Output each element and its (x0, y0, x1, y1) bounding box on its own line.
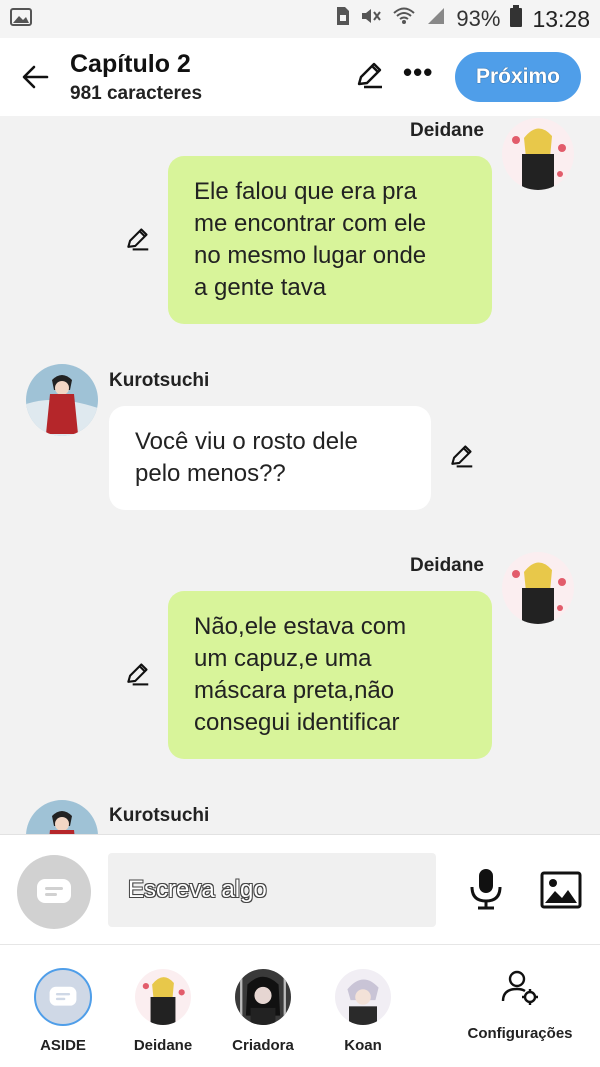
sender-name: Kurotsuchi (109, 805, 210, 826)
tab-label: Deidane (133, 1037, 193, 1054)
speech-bubble-icon (37, 879, 71, 903)
microphone-icon (470, 869, 502, 910)
status-indicators: 93% 13:28 (334, 5, 590, 33)
chapter-title: Capítulo 2 (70, 50, 191, 78)
battery-percentage: 93% (456, 6, 501, 31)
edit-message-button[interactable] (124, 226, 150, 257)
avatar-criadora (235, 969, 291, 1025)
character-count: 981 caracteres (70, 83, 203, 104)
tab-deidane[interactable]: Deidane (118, 945, 208, 1067)
status-bar: 93% 13:28 (0, 0, 600, 38)
avatar-koan (335, 969, 391, 1025)
avatar-deidane[interactable] (502, 118, 574, 190)
avatar-deidane (135, 969, 191, 1025)
pencil-icon (127, 663, 149, 686)
microphone-button[interactable] (468, 867, 504, 916)
sender-name: Deidane (410, 555, 484, 576)
message-bubble[interactable]: Você viu o rosto dele pelo menos?? (109, 406, 431, 510)
edit-message-button[interactable] (124, 661, 150, 692)
sender-name: Deidane (410, 120, 484, 141)
pencil-icon (127, 228, 149, 251)
chapter-header: Capítulo 2 981 caracteres ••• Próximo (0, 38, 600, 116)
message-input[interactable]: Escreva algo (108, 853, 436, 927)
message-bubble[interactable]: Ele falou que era pra me encontrar com e… (168, 156, 492, 324)
more-options-button[interactable]: ••• (403, 59, 433, 85)
tab-label: Configurações (467, 1025, 573, 1042)
speech-bubble-icon (49, 986, 77, 1006)
mute-icon (360, 6, 382, 32)
message-bubble[interactable]: Não,ele estava com um capuz,e uma máscar… (168, 591, 492, 759)
tab-aside[interactable]: ASIDE (18, 945, 108, 1067)
gallery-notification-icon (10, 6, 32, 32)
avatar-kurotsuchi[interactable] (26, 800, 98, 834)
back-button[interactable] (0, 38, 70, 116)
tab-label: Koan (344, 1037, 382, 1054)
aside-toggle-button[interactable] (17, 855, 91, 929)
aside-avatar (34, 968, 92, 1026)
tab-label: Criadora (232, 1037, 294, 1054)
clock: 13:28 (532, 5, 590, 32)
pencil-icon (357, 62, 382, 89)
edit-title-button[interactable] (354, 60, 384, 95)
battery-icon (510, 5, 523, 33)
next-button[interactable]: Próximo (455, 52, 581, 102)
sender-name: Kurotsuchi (109, 370, 210, 391)
user-settings-icon (501, 970, 538, 1005)
tab-label: ASIDE (40, 1037, 86, 1054)
arrow-left-icon (22, 65, 49, 89)
character-tab-bar: ASIDE Deidane Criadora Koan Configuraçõe… (0, 944, 600, 1067)
tab-koan[interactable]: Koan (318, 945, 408, 1067)
wifi-icon (392, 6, 416, 32)
message-composer: Escreva algo (0, 834, 600, 944)
chat-area[interactable]: Deidane Ele falou que era pra me encontr… (0, 116, 600, 834)
image-button[interactable] (540, 871, 582, 914)
chapter-info: Capítulo 2 981 caracteres (70, 49, 202, 105)
avatar-kurotsuchi[interactable] (26, 364, 98, 436)
signal-icon (426, 6, 446, 32)
image-icon (540, 871, 582, 909)
edit-message-button[interactable] (448, 443, 474, 474)
sim-icon (334, 6, 350, 32)
avatar-deidane[interactable] (502, 552, 574, 624)
tab-settings[interactable]: Configurações (460, 945, 580, 1067)
pencil-icon (451, 445, 473, 468)
tab-criadora[interactable]: Criadora (218, 945, 308, 1067)
